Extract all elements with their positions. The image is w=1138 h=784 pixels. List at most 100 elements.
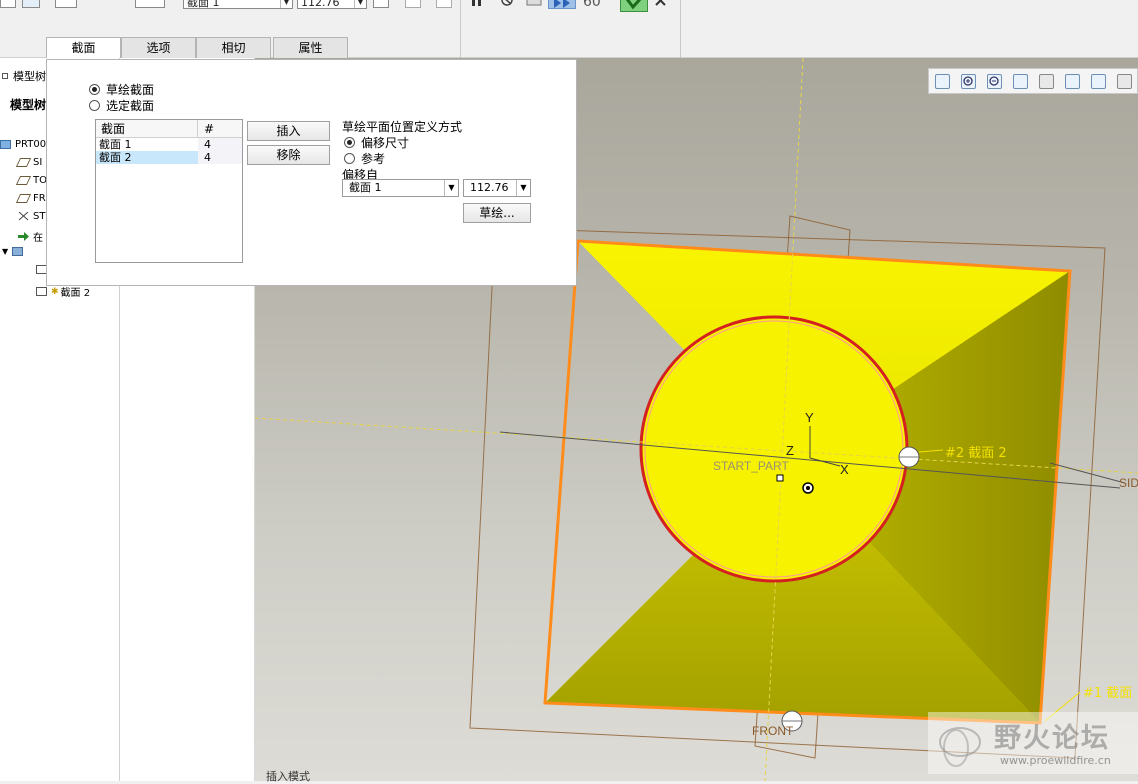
centre-point-dot: [806, 486, 810, 490]
tree-item-plane-front[interactable]: FR: [15, 193, 46, 204]
table-header: 截面 #: [96, 120, 242, 138]
no-preview-icon[interactable]: [500, 0, 514, 6]
sections-panel: 草绘截面 选定截面 截面 # 截面 1 4 截面 2 4 插入 移除 草绘平面位…: [46, 59, 577, 286]
tab-tangency[interactable]: 相切: [196, 37, 271, 59]
tree-item-plane-side[interactable]: SI: [15, 157, 42, 168]
table-row[interactable]: 截面 1 4: [96, 138, 242, 151]
watermark-url: www.proewildfire.cn: [1000, 754, 1111, 767]
datum-plane-icon: [15, 176, 32, 185]
offset-distance-value[interactable]: 112.76: [470, 181, 509, 194]
tree-item-section-2[interactable]: ✱ 截面 2: [36, 284, 90, 299]
toolbar-section-combo[interactable]: 截面 1 ▼: [183, 0, 293, 9]
section2-label[interactable]: #2 截面 2: [945, 442, 1007, 461]
view-manager-icon[interactable]: [1117, 74, 1132, 89]
part-icon: [0, 140, 11, 149]
row-entity-count: 4: [198, 151, 242, 164]
toolbar-counter: 60: [583, 0, 601, 10]
verify-preview-icon[interactable]: [525, 0, 545, 6]
toolbar-icon-2[interactable]: [22, 0, 40, 8]
toolbar-offset-combo[interactable]: 112.76 ▼: [297, 0, 367, 9]
toolbar-icon-3[interactable]: [55, 0, 77, 8]
chevron-down-icon[interactable]: ▼: [280, 0, 292, 8]
offset-from-select[interactable]: 截面 1 ▼: [342, 179, 459, 197]
tab-options[interactable]: 选项: [121, 37, 196, 59]
toolbar-separator: [460, 0, 461, 58]
radio-dot[interactable]: [89, 84, 100, 95]
toolbar-offset-value: 112.76: [301, 0, 340, 9]
offset-from-value: 截面 1: [349, 181, 382, 194]
row-entity-count: 4: [198, 138, 242, 151]
tree-header: 模型树: [10, 96, 46, 113]
plane-definition-label: 草绘平面位置定义方式: [342, 120, 463, 134]
zoom-in-icon[interactable]: [961, 74, 976, 89]
csys-label-x: X: [840, 462, 849, 477]
tab-properties[interactable]: 属性: [273, 37, 348, 59]
tree-item-blend[interactable]: ▼: [2, 247, 27, 256]
repaint-icon[interactable]: [1013, 74, 1028, 89]
status-mode-text: 插入模式: [266, 770, 310, 783]
tree-item-insert-here[interactable]: 在: [18, 229, 43, 244]
radio-dot[interactable]: [344, 137, 355, 148]
section2-circle[interactable]: [639, 315, 909, 583]
toolbar-icon-left[interactable]: [0, 0, 16, 8]
sketch-icon: [36, 287, 47, 296]
offset-distance-field[interactable]: 112.76 ▼: [463, 179, 531, 197]
tab-sections[interactable]: 截面: [46, 37, 121, 60]
chevron-down-icon[interactable]: ▼: [354, 0, 366, 8]
datum-plane-icon: [15, 158, 32, 167]
section1-label[interactable]: #1 截面: [1083, 682, 1132, 701]
collapse-icon[interactable]: [2, 73, 8, 79]
side-plane-edge-2: [1049, 462, 1126, 484]
table-row-selected[interactable]: 截面 2 4: [96, 151, 242, 164]
orient-icon[interactable]: [1065, 74, 1080, 89]
radio-label: 偏移尺寸: [361, 136, 410, 150]
remove-button[interactable]: 移除: [247, 145, 330, 165]
radio-dot[interactable]: [344, 153, 355, 164]
zoom-out-icon[interactable]: [987, 74, 1002, 89]
insert-button[interactable]: 插入: [247, 121, 330, 141]
radio-offset-dimension[interactable]: 偏移尺寸: [344, 134, 409, 151]
row-section-name[interactable]: 截面 2: [96, 151, 198, 164]
watermark-title: 野火论坛: [994, 723, 1110, 754]
toolbar-section-value: 截面 1: [187, 0, 220, 9]
watermark-flower-icon: [939, 727, 981, 767]
radio-label: 参考: [361, 152, 386, 166]
saved-views-icon[interactable]: [1091, 74, 1106, 89]
csys-label-z: Z: [786, 443, 794, 458]
radio-sketched-sections[interactable]: 草绘截面: [89, 81, 154, 98]
view-toolbar: [928, 68, 1138, 94]
tree-item-label: 在: [33, 233, 43, 244]
start-point-marker[interactable]: [776, 474, 784, 482]
chevron-down-icon[interactable]: ▼: [444, 180, 458, 196]
refit-icon[interactable]: [935, 74, 950, 89]
tree-item-plane-top[interactable]: TO: [15, 175, 47, 186]
tree-title: 模型树: [2, 68, 46, 84]
arrow-right-icon: [18, 232, 29, 241]
toolbar-icon-4[interactable]: [135, 0, 165, 8]
datum-plane-icon: [15, 194, 32, 203]
tree-item-label: 截面 2: [60, 288, 91, 299]
toolbar-flip-icon[interactable]: [373, 0, 389, 8]
expand-icon[interactable]: ▼: [2, 247, 8, 256]
toolbar-icon-5[interactable]: [405, 0, 421, 8]
tree-item-label: TO: [33, 175, 47, 186]
radio-selected-sections[interactable]: 选定截面: [89, 97, 154, 114]
radio-reference[interactable]: 参考: [344, 150, 385, 167]
tree-title-label: 模型树: [13, 70, 46, 83]
pause-icon[interactable]: [470, 0, 484, 6]
csys-label-start-part: START_PART: [713, 459, 789, 473]
radio-dot[interactable]: [89, 100, 100, 111]
tree-item-label: PRT00: [15, 139, 47, 150]
preview-glasses-icon[interactable]: [548, 0, 576, 9]
spin-center-icon[interactable]: [1039, 74, 1054, 89]
sketch-button[interactable]: 草绘...: [463, 203, 531, 223]
radio-label: 草绘截面: [106, 83, 155, 97]
tree-item-part[interactable]: PRT00: [0, 139, 46, 150]
tree-item-csys[interactable]: ST: [18, 211, 45, 222]
chevron-down-icon[interactable]: ▼: [516, 180, 530, 196]
row-section-name[interactable]: 截面 1: [96, 138, 198, 151]
cancel-x-icon[interactable]: [654, 0, 668, 8]
toolbar-icon-6[interactable]: [436, 0, 452, 8]
accept-check-icon[interactable]: [620, 0, 648, 12]
feature-icon: [12, 247, 24, 256]
